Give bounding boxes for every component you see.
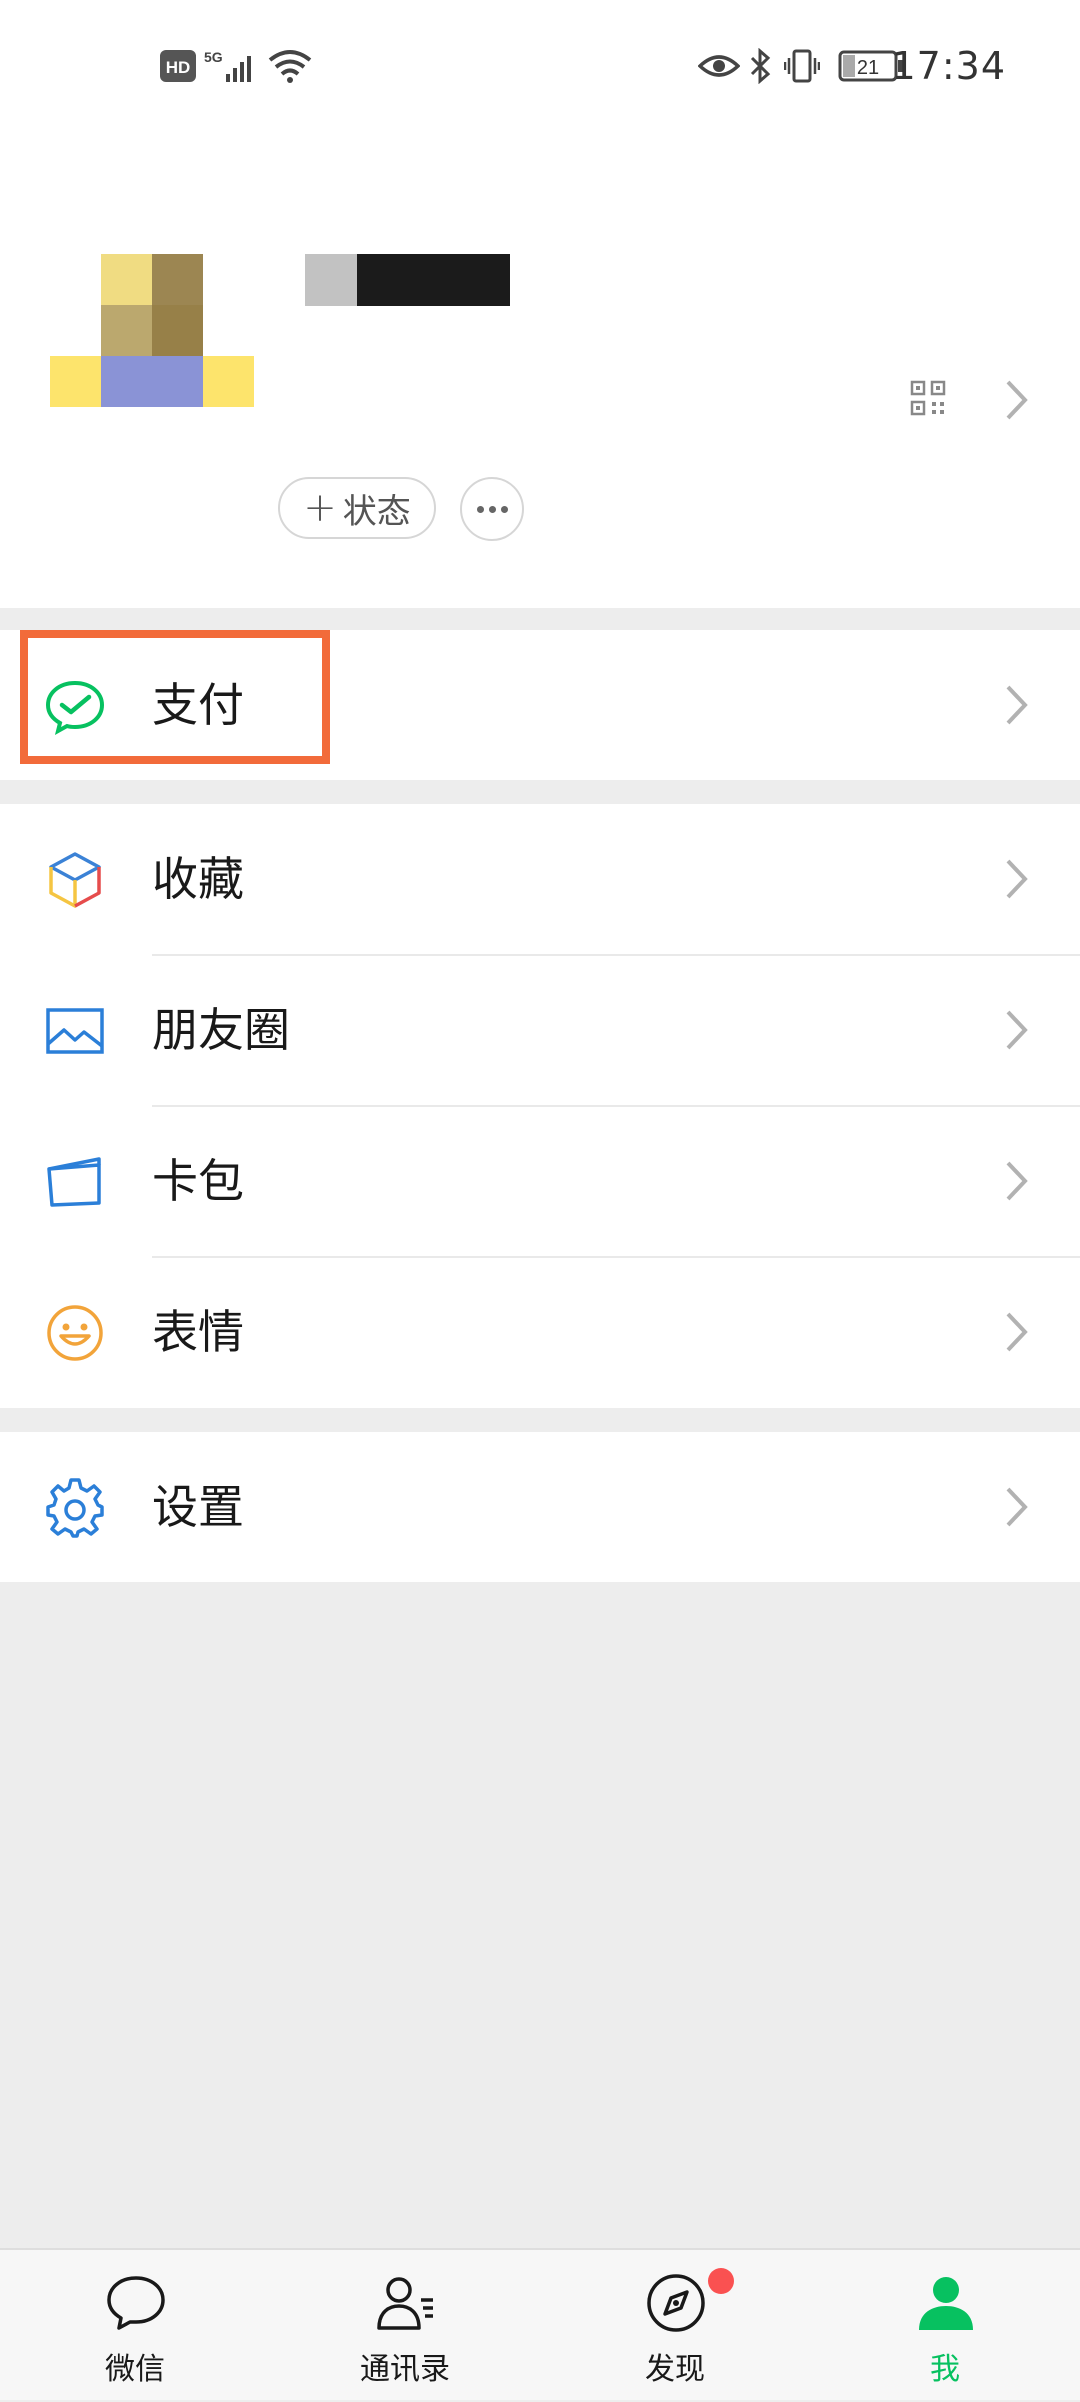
menu-label-moments: 朋友圈 <box>152 1003 290 1057</box>
menu-label-cards: 卡包 <box>152 1154 244 1208</box>
profile-header[interactable]: + 状态 <box>0 130 1080 608</box>
svg-text:HD: HD <box>166 58 191 77</box>
plus-icon: + <box>303 485 337 531</box>
smiley-face-icon <box>47 1305 103 1361</box>
card-wallet-icon <box>47 1157 101 1207</box>
chevron-right-icon <box>1006 859 1028 899</box>
menu-label-favorites: 收藏 <box>152 852 244 906</box>
more-options-button[interactable] <box>460 477 524 541</box>
avatar[interactable] <box>50 254 256 460</box>
menu-label-settings: 设置 <box>152 1480 244 1534</box>
menu-item-moments[interactable]: 朋友圈 <box>0 955 1080 1105</box>
status-bar: HD 5G 21 17:34 <box>0 0 1080 130</box>
tab-label: 通讯录 <box>360 2352 450 2387</box>
add-status-button[interactable]: + 状态 <box>278 477 436 539</box>
tab-label: 微信 <box>105 2352 165 2387</box>
bottom-tab-bar: 微信 通讯录 发现 我 <box>0 2248 1080 2400</box>
tab-label: 发现 <box>645 2352 705 2387</box>
settings-section: 设置 <box>0 1432 1080 1582</box>
clock: 17:34 <box>891 44 1006 88</box>
moments-picture-icon <box>46 1008 104 1054</box>
menu-item-stickers[interactable]: 表情 <box>0 1257 1080 1407</box>
wifi-icon <box>268 50 312 83</box>
bluetooth-icon <box>750 48 771 84</box>
tab-discover[interactable]: 发现 <box>540 2250 810 2402</box>
profile-name-redacted <box>305 254 510 306</box>
features-section: 收藏 朋友圈 卡包 表情 <box>0 804 1080 1408</box>
chevron-right-icon[interactable] <box>1004 378 1030 422</box>
tab-contacts[interactable]: 通讯录 <box>270 2250 540 2402</box>
highlight-box <box>20 630 330 764</box>
cellular-signal-icon: 5G <box>204 49 251 82</box>
gear-icon <box>46 1478 104 1538</box>
chevron-right-icon <box>1006 1010 1028 1050</box>
chevron-right-icon <box>1006 1161 1028 1201</box>
menu-item-settings[interactable]: 设置 <box>0 1432 1080 1582</box>
menu-label-stickers: 表情 <box>152 1305 244 1359</box>
tab-chats[interactable]: 微信 <box>0 2250 270 2402</box>
vibrate-icon <box>784 49 820 83</box>
chat-bubble-icon <box>107 2276 165 2330</box>
hd-icon: HD <box>160 50 196 82</box>
eye-icon <box>698 55 740 77</box>
qr-code-icon[interactable] <box>910 380 946 416</box>
status-button-label: 状态 <box>342 491 411 532</box>
notification-badge-dot <box>708 2268 734 2294</box>
chevron-right-icon <box>1006 1312 1028 1352</box>
menu-item-favorites[interactable]: 收藏 <box>0 804 1080 954</box>
svg-text:21: 21 <box>857 57 879 79</box>
tab-label: 我 <box>930 2352 960 2387</box>
chevron-right-icon <box>1006 1487 1028 1527</box>
menu-item-cards[interactable]: 卡包 <box>0 1106 1080 1256</box>
compass-icon <box>647 2274 705 2332</box>
svg-text:5G: 5G <box>204 49 223 65</box>
tab-me[interactable]: 我 <box>810 2250 1080 2402</box>
favorites-cube-icon <box>49 852 101 908</box>
contacts-icon <box>377 2277 433 2330</box>
chevron-right-icon <box>1006 685 1028 725</box>
person-icon <box>919 2277 973 2330</box>
